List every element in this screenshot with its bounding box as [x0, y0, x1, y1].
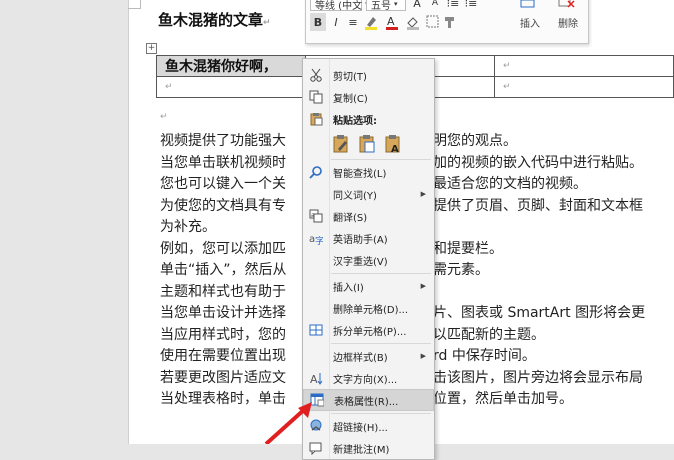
insert-button[interactable]: 插入 — [520, 15, 540, 30]
document-line[interactable]: 明您的观点。 — [433, 130, 517, 150]
search-icon — [303, 165, 329, 179]
table-cell-selected[interactable]: 鱼木混猪你好啊， — [156, 55, 306, 77]
document-line[interactable]: 加的视频的嵌入代码中进行粘贴。 — [433, 152, 643, 172]
insert-table-icon[interactable] — [520, 0, 536, 9]
mini-toolbar: 等线 (中文▾ 五号▾ A A ⁝≡ ⁝≡ B I ≡ A 插入 删除 — [305, 0, 589, 44]
document-line[interactable]: 若要更改图片适应文 — [160, 367, 286, 387]
menu-item-translate[interactable]: a 翻译(S) — [303, 205, 434, 227]
document-line[interactable]: 最适合您的文档的视频。 — [433, 173, 587, 193]
svg-text:a: a — [311, 212, 315, 219]
document-line[interactable]: 提供了页眉、页脚、封面和文本框 — [433, 195, 643, 215]
paste-text-only-icon[interactable]: A — [383, 133, 403, 155]
split-cells-icon — [303, 323, 329, 337]
document-line[interactable]: 以匹配新的主题。 — [433, 324, 545, 344]
menu-item-new-comment[interactable]: 新建批注(M) — [303, 437, 434, 459]
bullets-icon[interactable]: ⁝≡ — [446, 0, 460, 10]
document-line[interactable]: 当您单击联机视频时 — [160, 152, 286, 172]
menu-item-table-properties[interactable]: 表格属性(R)... — [303, 389, 434, 411]
document-line[interactable]: 需元素。 — [433, 259, 489, 279]
format-painter-icon[interactable] — [443, 13, 457, 31]
paragraph-mark: ↵ — [160, 112, 168, 122]
font-color-icon[interactable]: A — [384, 13, 402, 31]
submenu-arrow-icon: ▶ — [420, 282, 426, 290]
clipboard-icon — [303, 112, 329, 126]
text-direction-icon: A — [303, 371, 329, 385]
document-line[interactable]: 单击“插入”，然后从 — [160, 259, 287, 279]
translate-icon: a — [303, 209, 329, 223]
numbering-icon[interactable]: ⁝≡ — [464, 0, 478, 10]
page-corner-mark — [128, 8, 140, 9]
menu-item-insert[interactable]: 插入(I) ▶ — [303, 275, 434, 297]
shrink-font-button[interactable]: A — [428, 0, 442, 9]
submenu-arrow-icon: ▶ — [420, 352, 426, 360]
shading-icon[interactable] — [405, 13, 423, 31]
menu-item-synonyms[interactable]: 同义词(Y) ▶ — [303, 183, 434, 205]
menu-separator — [331, 273, 431, 274]
font-size-combo[interactable]: 五号 ▾ — [366, 0, 406, 12]
scissors-icon — [303, 68, 329, 82]
menu-item-smart-lookup[interactable]: 智能查找(L) — [303, 161, 434, 183]
svg-text:A: A — [387, 15, 395, 28]
highlight-icon[interactable] — [363, 13, 381, 31]
document-line[interactable]: 和提要栏。 — [433, 238, 503, 258]
font-name-combo[interactable]: 等线 (中文▾ — [310, 0, 369, 12]
document-line[interactable]: 例如，您可以添加匹 — [160, 238, 286, 258]
svg-text:字: 字 — [315, 235, 323, 245]
document-line[interactable]: 当您单击设计并选择 — [160, 302, 286, 322]
paste-options-row: A — [331, 133, 403, 155]
borders-icon[interactable] — [426, 13, 440, 31]
document-line[interactable]: 击该图片，图片旁边将会显示布局 — [433, 367, 643, 387]
document-line[interactable]: 位置，然后单击加号。 — [433, 388, 573, 408]
delete-button[interactable]: 删除 — [558, 15, 578, 30]
menu-item-delete-cells[interactable]: 删除单元格(D)... — [303, 297, 434, 319]
bold-button[interactable]: B — [310, 13, 326, 31]
menu-item-paste-options: 粘贴选项: — [303, 108, 434, 130]
menu-item-hyperlink[interactable]: 超链接(H)... — [303, 415, 434, 437]
italic-button[interactable]: I — [329, 13, 343, 31]
menu-separator — [331, 413, 431, 414]
menu-item-hanzi-reselect[interactable]: 汉字重选(V) — [303, 249, 434, 271]
svg-text:A: A — [391, 144, 399, 154]
menu-item-cut[interactable]: 剪切(T) — [303, 64, 434, 86]
copy-icon — [303, 90, 329, 104]
document-line[interactable]: rd 中保存时间。 — [433, 345, 536, 365]
delete-table-icon[interactable] — [558, 0, 575, 9]
document-line[interactable]: 视频提供了功能强大 — [160, 130, 286, 150]
svg-text:A: A — [310, 373, 318, 385]
table-cell[interactable]: ↵ — [494, 55, 674, 77]
english-assistant-icon: a字 — [303, 231, 329, 245]
menu-item-text-direction[interactable]: A 文字方向(X)... — [303, 367, 434, 389]
document-line[interactable]: 为使您的文档具有专 — [160, 195, 286, 215]
paste-merge-format-icon[interactable] — [357, 133, 377, 155]
paste-keep-source-icon[interactable] — [331, 133, 351, 155]
document-line[interactable]: 使用在需要位置出现 — [160, 345, 286, 365]
document-line[interactable]: 主题和样式也有助于 — [160, 281, 286, 301]
document-title[interactable]: 鱼木混猪的文章↵ — [158, 9, 271, 30]
page-corner-mark — [140, 0, 141, 9]
align-center-button[interactable]: ≡ — [346, 13, 360, 31]
menu-item-split-cells[interactable]: 拆分单元格(P)... — [303, 319, 434, 341]
menu-separator — [331, 159, 431, 160]
menu-separator — [331, 343, 431, 344]
document-line[interactable]: 片、图表或 SmartArt 图形将会更 — [433, 302, 645, 322]
menu-item-copy[interactable]: 复制(C) — [303, 86, 434, 108]
table-cell[interactable]: ↵ — [494, 76, 674, 98]
table-cell[interactable]: ↵ — [156, 76, 306, 98]
table-move-handle[interactable]: + — [146, 43, 157, 54]
grow-font-button[interactable]: A — [410, 0, 424, 10]
document-line[interactable]: 您也可以键入一个关 — [160, 173, 286, 193]
document-line[interactable]: 为补充。 — [160, 216, 216, 236]
menu-item-english-assistant[interactable]: a字 英语助手(A) — [303, 227, 434, 249]
submenu-arrow-icon: ▶ — [420, 190, 426, 198]
menu-item-border-styles[interactable]: 边框样式(B) ▶ — [303, 345, 434, 367]
document-line[interactable]: 当应用样式时，您的 — [160, 324, 286, 344]
red-arrow-annotation — [264, 402, 312, 444]
